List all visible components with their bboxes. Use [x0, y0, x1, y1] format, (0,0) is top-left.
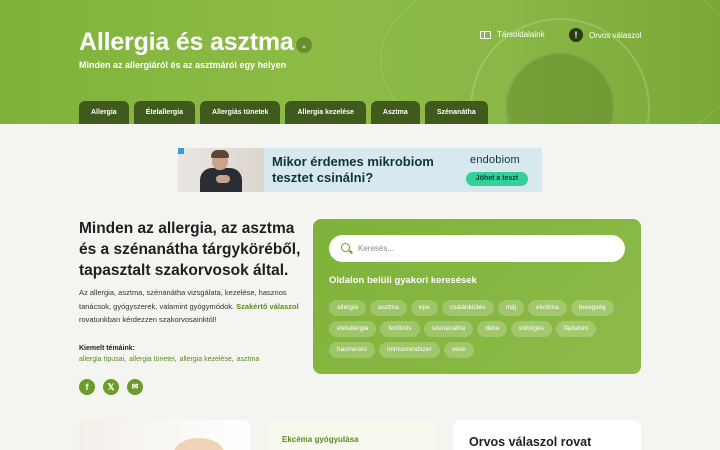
site-title[interactable]: Allergia és asztma	[79, 28, 294, 57]
ad-cta-button[interactable]: Jöhet a teszt	[466, 172, 528, 186]
exclamation-icon: !	[569, 28, 583, 42]
tab-szenanatha[interactable]: Szénanátha	[424, 101, 488, 124]
search-chip[interactable]: ekcéma	[528, 300, 567, 316]
search-chip[interactable]: betegség	[570, 300, 614, 316]
partners-link[interactable]: Társoldalaink	[480, 30, 545, 39]
frequent-searches-title: Oldalon belüli gyakori keresések	[329, 275, 477, 286]
tab-asztma[interactable]: Asztma	[370, 101, 420, 124]
hero-banner: Allergia és asztma ⌄ Minden az allergiár…	[0, 0, 720, 124]
main-nav-tabs: Allergia Ételallergia Allergiás tünetek …	[79, 101, 488, 124]
article-card-title[interactable]: Ekcéma gyógyulása	[282, 435, 358, 444]
expert-answers-link[interactable]: Szakértő válaszol	[236, 302, 299, 311]
doctor-answers-card[interactable]: Orvos válaszol rovat	[453, 420, 641, 450]
doctor-answers-link[interactable]: ! Orvos válaszol	[569, 28, 641, 42]
doctor-answers-card-title: Orvos válaszol rovat	[469, 435, 592, 449]
search-chip[interactable]: ételallergia	[329, 321, 377, 337]
email-icon[interactable]: ✉	[127, 379, 143, 395]
featured-topic-link[interactable]: allergia kezelése	[180, 356, 232, 363]
search-chip[interactable]: fájdalom	[555, 321, 597, 337]
tab-allergia-kezelese[interactable]: Allergia kezelése	[285, 101, 366, 124]
article-card[interactable]: Ekcéma gyógyulása	[266, 420, 437, 450]
book-icon	[480, 30, 491, 39]
search-chip[interactable]: immunrendszer	[379, 342, 440, 358]
search-icon[interactable]	[341, 243, 350, 252]
search-chip[interactable]: hasmenés	[329, 342, 375, 358]
search-chip[interactable]: vese	[443, 342, 474, 358]
site-tagline: Minden az allergiáról és az asztmáról eg…	[79, 60, 287, 70]
search-chip[interactable]: köhögés	[511, 321, 552, 337]
search-chip[interactable]: fertőzés	[380, 321, 420, 337]
article-thumbnail	[174, 438, 224, 450]
ad-info-icon[interactable]	[178, 148, 184, 154]
search-box[interactable]	[329, 235, 625, 262]
article-card-image[interactable]	[79, 420, 250, 450]
search-chip[interactable]: szénanátha	[423, 321, 474, 337]
search-chip[interactable]: epe	[410, 300, 438, 316]
search-chip[interactable]: máj	[497, 300, 525, 316]
ad-brand-logo: endobiom	[470, 154, 520, 166]
tab-allergias-tunetek[interactable]: Allergiás tünetek	[200, 101, 281, 124]
search-chip[interactable]: diéta	[477, 321, 508, 337]
featured-topic-link[interactable]: allergia tünetei	[129, 356, 175, 363]
search-chip[interactable]: csalánkiütés	[441, 300, 494, 316]
chevron-down-icon[interactable]: ⌄	[296, 37, 312, 53]
featured-topics-list: allergia típusai, allergia tünetei, alle…	[79, 356, 260, 363]
search-panel: Oldalon belüli gyakori keresések allergi…	[313, 219, 641, 374]
featured-topic-link[interactable]: allergia típusai	[79, 356, 124, 363]
tab-allergia[interactable]: Allergia	[79, 101, 129, 124]
intro-paragraph: Az allergia, asztma, szénanátha vizsgála…	[79, 286, 311, 327]
partners-link-label: Társoldalaink	[497, 30, 545, 39]
tab-etelallergia[interactable]: Ételallergia	[133, 101, 196, 124]
ad-person-image	[178, 148, 264, 192]
x-twitter-icon[interactable]: 𝕏	[103, 379, 119, 395]
advertisement-banner[interactable]: Mikor érdemes mikrobiom tesztet csinálni…	[178, 148, 542, 192]
facebook-icon[interactable]: f	[79, 379, 95, 395]
search-chip[interactable]: allergia	[329, 300, 366, 316]
intro-text-end: rovatunkban kérdezzen szakorvosainktól!	[79, 315, 217, 324]
intro-heading: Minden az allergia, az asztma és a széna…	[79, 220, 301, 279]
search-input[interactable]	[358, 235, 618, 262]
featured-topic-link[interactable]: asztma	[237, 356, 260, 363]
frequent-searches-chips: allergia asztma epe csalánkiütés máj ekc…	[329, 300, 629, 358]
search-chip[interactable]: asztma	[369, 300, 407, 316]
doctor-answers-label: Orvos válaszol	[589, 30, 642, 40]
ad-headline: Mikor érdemes mikrobiom tesztet csinálni…	[272, 154, 434, 185]
featured-topics-label: Kiemelt témáink:	[79, 345, 136, 352]
